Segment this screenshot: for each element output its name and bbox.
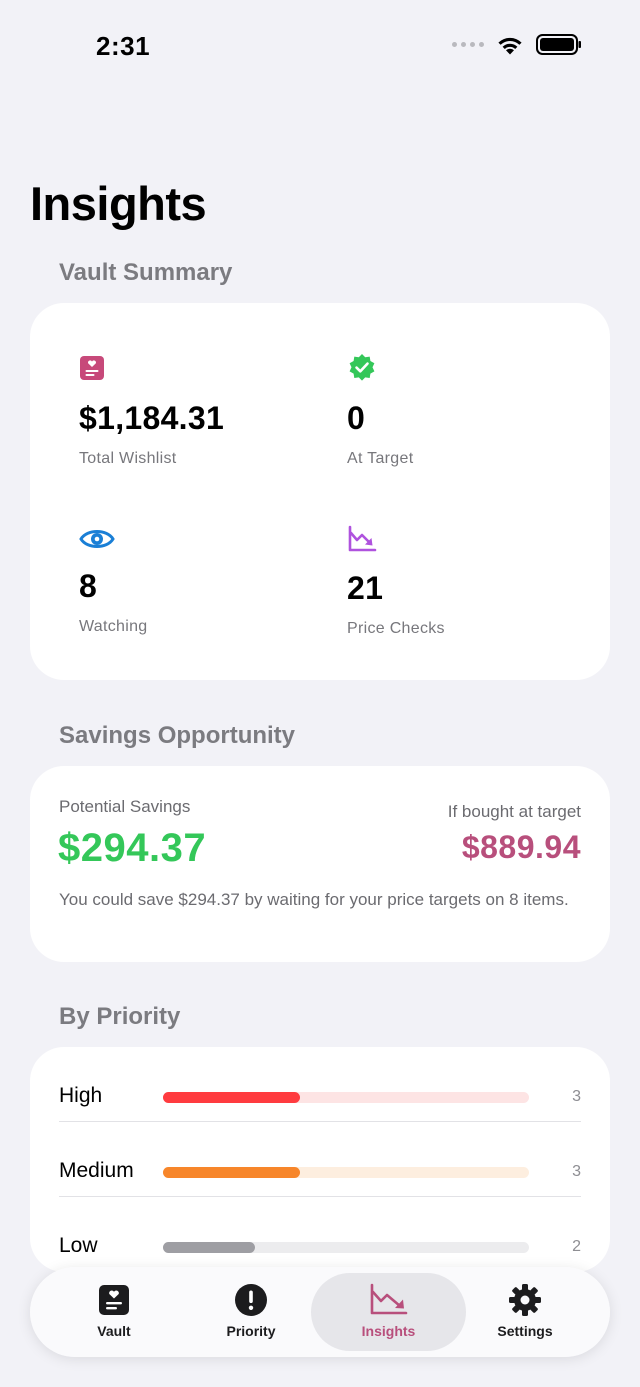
priority-bar-track <box>163 1242 529 1253</box>
priority-row-medium: Medium 3 <box>59 1135 581 1210</box>
priority-bar-track <box>163 1092 529 1103</box>
stat-value: 8 <box>79 568 98 604</box>
stat-label: Total Wishlist <box>79 450 177 467</box>
priority-row-high: High 3 <box>59 1060 581 1135</box>
savings-description: You could save $294.37 by waiting for yo… <box>59 890 569 909</box>
tab-label: Vault <box>97 1323 131 1339</box>
stat-total-wishlist: $1,184.31 Total Wishlist <box>79 355 224 468</box>
wifi-icon <box>498 37 522 55</box>
vault-summary-header: Vault Summary <box>59 259 233 286</box>
priority-bar-fill <box>163 1242 255 1253</box>
potential-savings-label: Potential Savings <box>59 797 191 816</box>
priority-label: Low <box>59 1234 98 1257</box>
priority-count: 3 <box>572 1088 581 1105</box>
priority-bar-fill <box>163 1092 301 1103</box>
savings-header: Savings Opportunity <box>59 722 296 749</box>
stat-label: At Target <box>347 450 414 467</box>
potential-savings-value: $294.37 <box>58 826 207 870</box>
status-icons <box>452 34 582 55</box>
target-price-label: If bought at target <box>447 802 581 821</box>
stat-value: $1,184.31 <box>79 400 225 436</box>
gear-icon <box>507 1283 543 1317</box>
eye-icon <box>79 530 115 548</box>
bottom-fade <box>0 1357 640 1387</box>
battery-icon <box>536 34 581 55</box>
tab-label: Priority <box>226 1323 276 1339</box>
tab-label: Settings <box>497 1323 553 1339</box>
target-price-value: $889.94 <box>461 829 581 865</box>
page-title: Insights <box>30 177 207 230</box>
stat-value: 21 <box>347 570 384 606</box>
priority-label: Medium <box>59 1159 134 1182</box>
vault-icon <box>98 1283 130 1317</box>
priority-bar-fill <box>163 1167 301 1178</box>
priority-bar-track <box>163 1167 529 1178</box>
verified-badge-icon <box>349 354 375 381</box>
priority-card: High 3 Medium 3 Low 2 <box>30 1047 610 1272</box>
vault-summary-card: $1,184.31 Total Wishlist 0 At Target 8 W… <box>30 303 610 680</box>
chart-down-icon <box>348 525 377 552</box>
tab-priority[interactable]: Priority <box>181 1267 321 1357</box>
stat-label: Price Checks <box>347 620 445 637</box>
priority-count: 3 <box>572 1163 581 1180</box>
stat-value: 0 <box>347 400 366 436</box>
status-time: 2:31 <box>96 31 151 61</box>
priority-row-low: Low 2 <box>59 1210 581 1272</box>
priority-header: By Priority <box>59 1003 181 1030</box>
tab-vault[interactable]: Vault <box>44 1267 184 1357</box>
status-bar: 2:31 <box>0 0 640 90</box>
stat-price-checks: 21 Price Checks <box>347 525 445 638</box>
priority-count: 2 <box>572 1238 581 1255</box>
exclamation-icon <box>234 1283 268 1317</box>
tab-bar: Vault Priority Insights Settings <box>30 1267 610 1357</box>
stat-label: Watching <box>79 618 148 635</box>
divider <box>59 1196 581 1197</box>
wishlist-icon <box>80 356 104 380</box>
priority-label: High <box>59 1084 103 1107</box>
savings-card: Potential Savings $294.37 If bought at t… <box>30 766 610 962</box>
stat-at-target: 0 At Target <box>347 353 413 468</box>
stat-watching: 8 Watching <box>79 527 148 636</box>
chart-down-icon <box>369 1283 409 1317</box>
tab-insights[interactable]: Insights <box>311 1273 466 1351</box>
tab-settings[interactable]: Settings <box>455 1267 595 1357</box>
divider <box>59 1121 581 1122</box>
cellular-signal-icon <box>452 42 484 47</box>
tab-label: Insights <box>361 1323 416 1339</box>
